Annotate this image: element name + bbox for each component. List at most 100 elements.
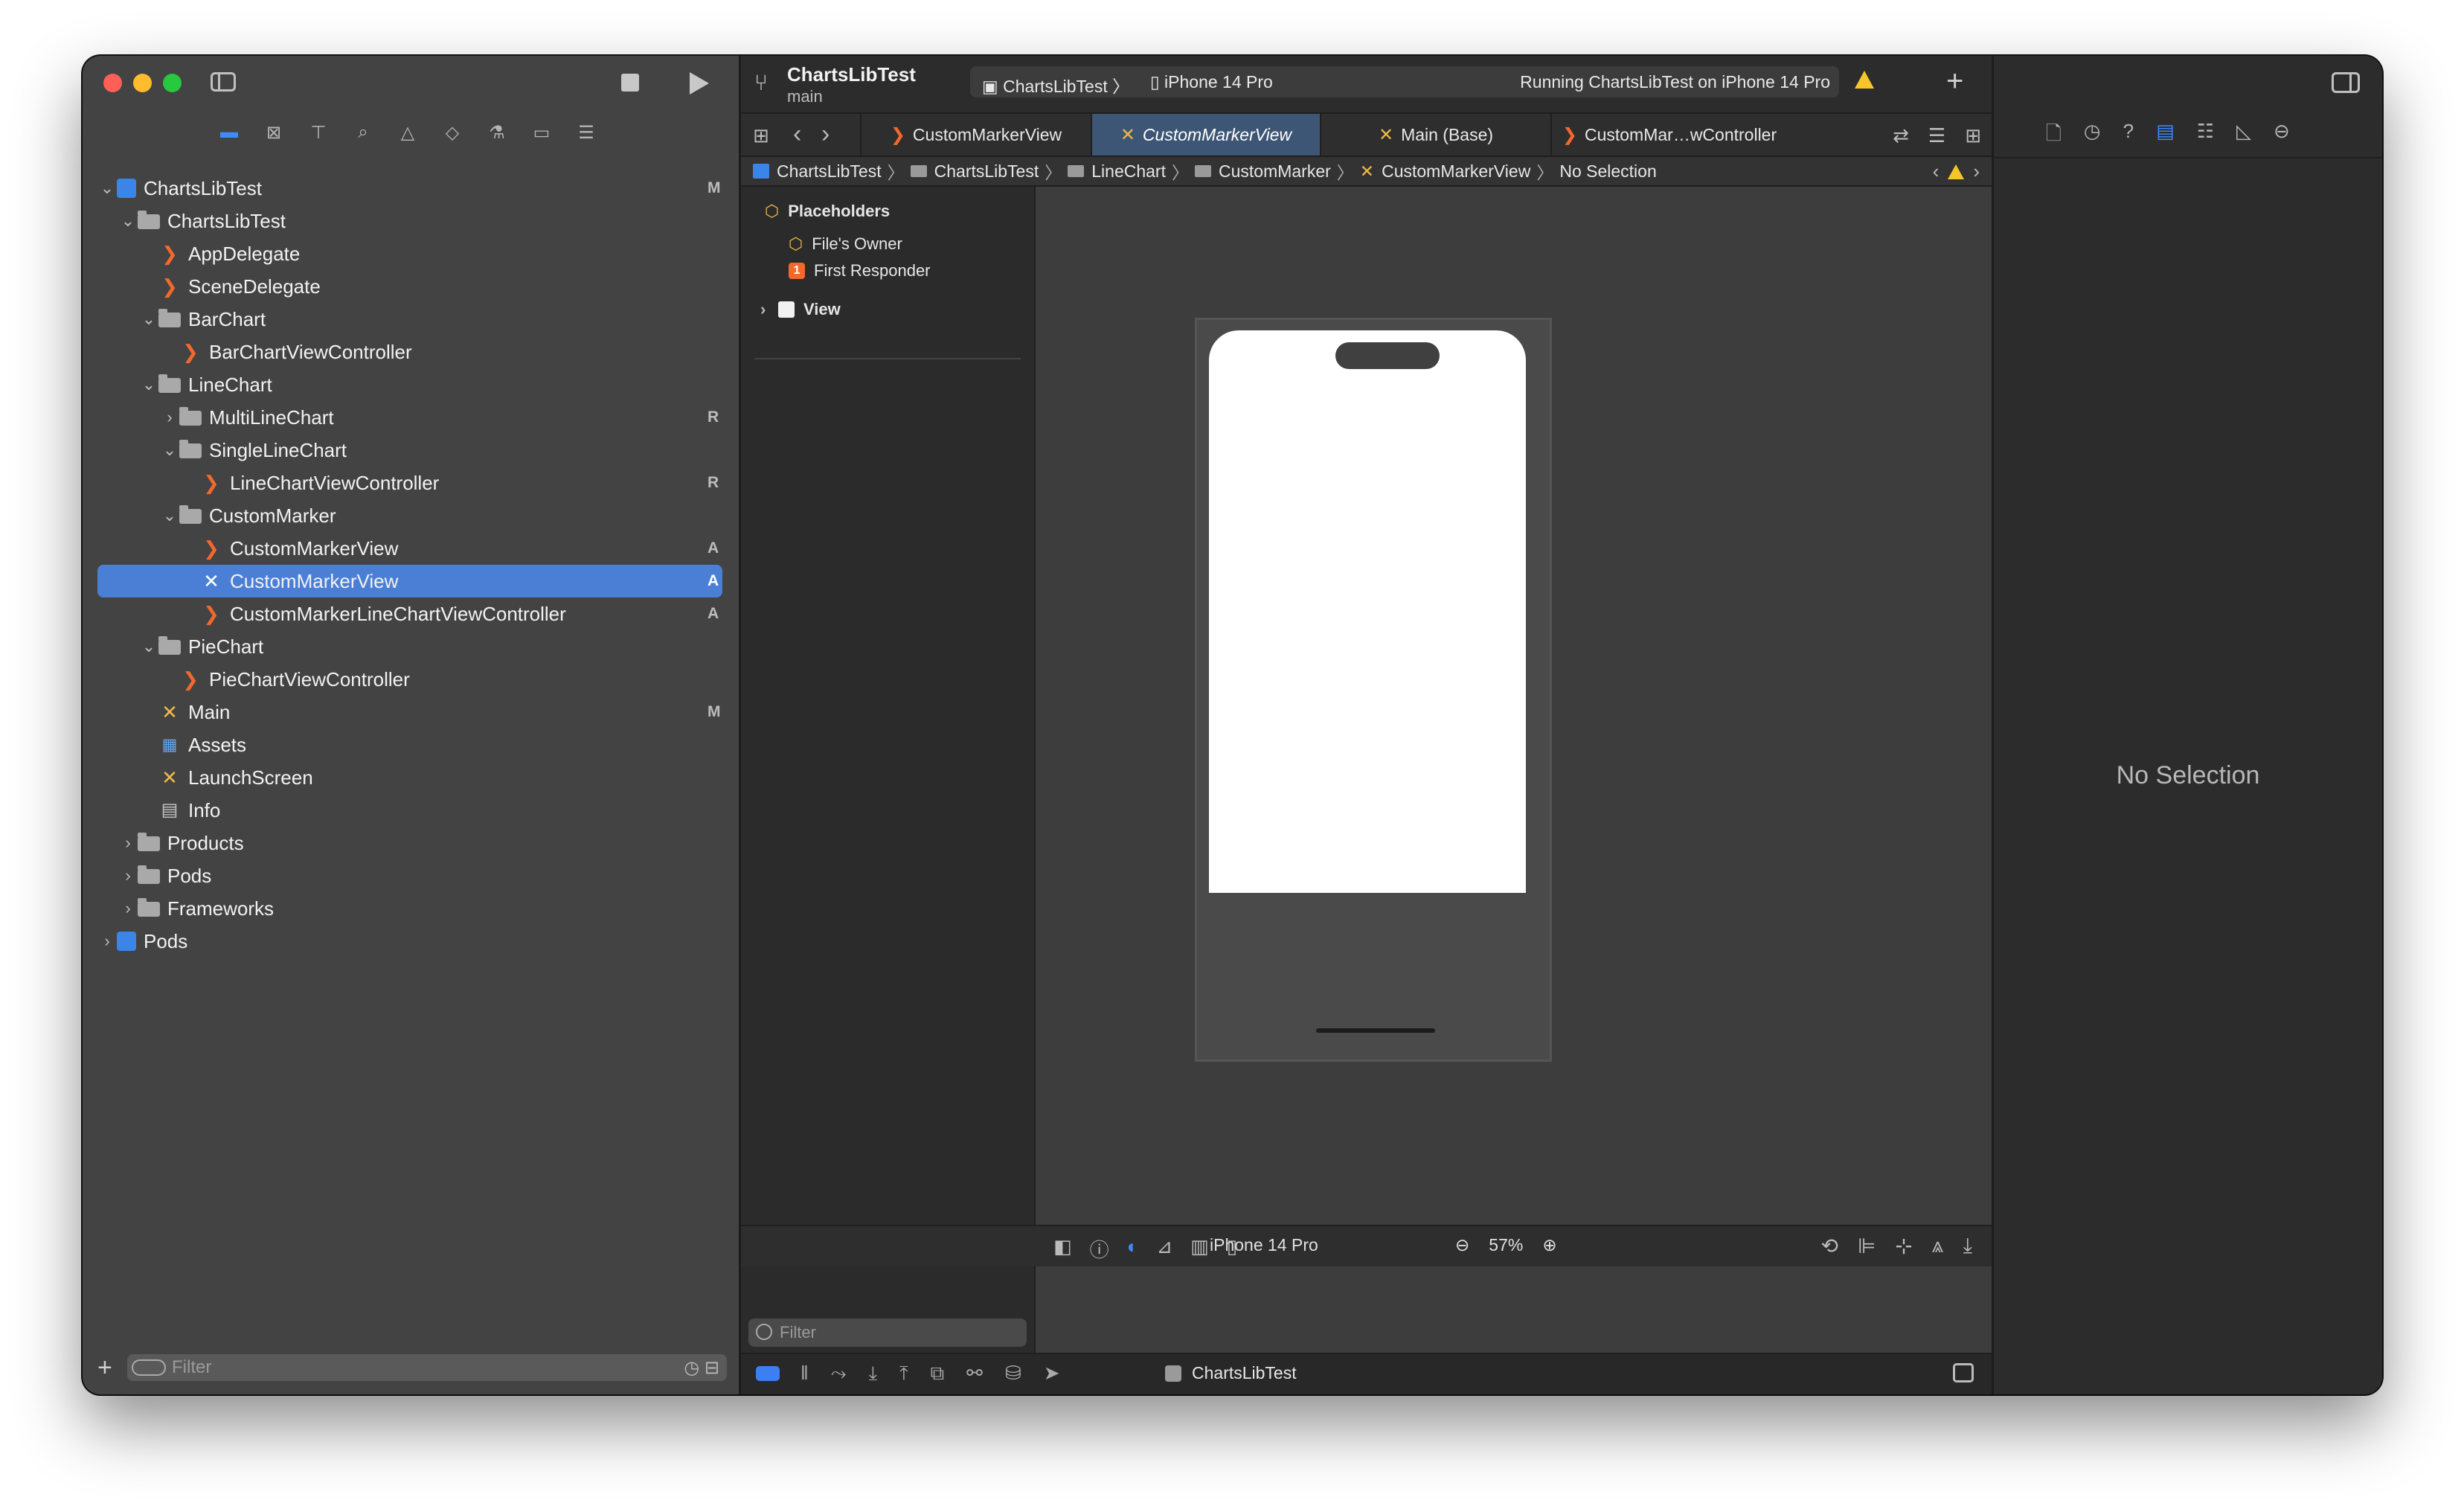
chevron-left-icon[interactable]: ‹	[1933, 160, 1940, 183]
history-icon[interactable]: ◷	[2084, 120, 2101, 153]
chevron-down-icon[interactable]: ⌄	[97, 179, 117, 198]
stop-icon[interactable]	[621, 74, 639, 92]
first-responder-item[interactable]: 1 First Responder	[789, 261, 931, 281]
canvas-device-label[interactable]: iPhone 14 Pro	[1210, 1235, 1318, 1255]
run-icon[interactable]	[690, 72, 709, 94]
pause-icon[interactable]: ‖	[801, 1362, 809, 1385]
environment-icon[interactable]: ⛁	[1005, 1362, 1021, 1385]
tree-row[interactable]: ⌄ ChartsLibTest	[97, 205, 739, 237]
editor-tab[interactable]: ✕ Main (Base)	[1320, 114, 1550, 156]
tree-row[interactable]: ⌄ PieChart	[97, 630, 739, 663]
accessibility-icon[interactable]: ⓘ	[1090, 1235, 1109, 1263]
files-owner-item[interactable]: ⬡ File's Owner	[789, 234, 902, 254]
x-square-icon[interactable]: ⊠	[261, 120, 286, 145]
grid-icon[interactable]: ⊞	[753, 124, 769, 147]
chevron-down-icon[interactable]: ⌄	[139, 310, 158, 329]
chevron-right-icon[interactable]: ›	[97, 932, 117, 951]
connections-inspector-icon[interactable]: ⊖	[2274, 120, 2290, 153]
chevron-right-icon[interactable]: ›	[160, 408, 179, 427]
editor-tab[interactable]: ✕ CustomMarkerView	[1091, 114, 1320, 156]
tree-row[interactable]: ❯ LineChartViewController R	[97, 467, 739, 499]
hierarchy-icon[interactable]: ⊤	[306, 120, 331, 145]
align-icon[interactable]: ⊫	[1858, 1234, 1876, 1258]
view-hierarchy-icon[interactable]: ⧉	[931, 1362, 945, 1385]
search-icon[interactable]: ⌕	[350, 120, 376, 145]
recent-files-icon[interactable]: ◷ ⊟	[684, 1357, 719, 1379]
folder-icon[interactable]: ▬	[216, 120, 242, 145]
step-over-icon[interactable]: ⤳	[831, 1362, 847, 1385]
add-icon[interactable]: +	[1946, 63, 1963, 99]
warning-icon[interactable]	[1855, 71, 1874, 89]
chevron-down-icon[interactable]: ⌄	[160, 506, 179, 525]
tree-row[interactable]: ❯ SceneDelegate	[97, 270, 739, 303]
jump-bar-item[interactable]: ChartsLibTest	[753, 161, 882, 182]
test-icon[interactable]: ⚗	[484, 120, 510, 145]
warning-icon[interactable]: △	[395, 120, 420, 145]
minimize-window-button[interactable]	[133, 74, 152, 92]
chevron-down-icon[interactable]: ⌄	[118, 211, 138, 231]
scheme-device[interactable]: ▯ iPhone 14 Pro	[1150, 72, 1273, 92]
tree-row[interactable]: › MultiLineChart R	[97, 401, 739, 434]
step-into-icon[interactable]: ⤓	[869, 1362, 878, 1385]
tree-row[interactable]: ▤ Info	[97, 794, 739, 827]
diamond-icon[interactable]: ◇	[440, 120, 465, 145]
inspector-toggle-icon[interactable]	[2332, 72, 2360, 93]
file-inspector-icon[interactable]: 🗋	[2046, 120, 2062, 153]
report-icon[interactable]: ☰	[574, 120, 599, 145]
chevron-down-icon[interactable]: ⌄	[139, 637, 158, 656]
orientation-icon[interactable]: ⊿	[1156, 1235, 1172, 1263]
jump-bar-item[interactable]: LineChart	[1068, 161, 1166, 182]
lines-icon[interactable]: ☰	[1928, 124, 1945, 147]
warning-icon[interactable]	[1948, 164, 1965, 179]
editor-tab[interactable]: ❯ CustomMar…wController	[1550, 114, 1787, 156]
debug-area-toggle[interactable]	[756, 1366, 780, 1381]
tree-row[interactable]: ❯ AppDelegate	[97, 237, 739, 270]
add-icon[interactable]: +	[97, 1353, 112, 1382]
tree-row[interactable]: › Products	[97, 827, 739, 859]
location-icon[interactable]: ➤	[1044, 1362, 1060, 1385]
chevron-right-icon[interactable]: ›	[118, 833, 138, 853]
tree-row[interactable]: › Pods	[97, 925, 739, 958]
view-item[interactable]: › View	[760, 300, 841, 319]
step-out-icon[interactable]: ⤒	[899, 1362, 908, 1385]
tree-row[interactable]: ❯ PieChartViewController	[97, 663, 739, 696]
chevron-left-icon[interactable]: ‹	[793, 120, 801, 149]
zoom-out-icon[interactable]: ⊖	[1455, 1235, 1469, 1255]
tree-row[interactable]: ⌄ ChartsLibTest M	[97, 172, 739, 205]
zoom-window-button[interactable]	[163, 74, 182, 92]
tree-row[interactable]: › Pods	[97, 859, 739, 892]
add-constraints-icon[interactable]: ⊹	[1895, 1234, 1912, 1258]
view-screen[interactable]	[1209, 330, 1526, 893]
breakpoint-icon[interactable]: ▭	[529, 120, 554, 145]
tree-row[interactable]: ❯ CustomMarkerView A	[97, 532, 739, 565]
chevron-right-icon[interactable]: ›	[118, 866, 138, 885]
placeholders-section[interactable]: ⬡ Placeholders	[765, 202, 890, 221]
tree-row[interactable]: ⌄ LineChart	[97, 368, 739, 401]
console-toggle-icon[interactable]	[1953, 1363, 1974, 1382]
tree-row[interactable]: ⌄ BarChart	[97, 303, 739, 336]
outline-filter-input[interactable]: Filter	[748, 1318, 1027, 1347]
tree-row[interactable]: ❯ BarChartViewController	[97, 336, 739, 368]
chevron-down-icon[interactable]: ⌄	[160, 440, 179, 460]
chevron-down-icon[interactable]: ⌄	[139, 375, 158, 394]
chevron-right-icon[interactable]: ›	[821, 120, 830, 149]
size-inspector-icon[interactable]: ◺	[2236, 120, 2251, 153]
outline-toggle-icon[interactable]: ◧	[1053, 1235, 1072, 1263]
resolve-issues-icon[interactable]: ⩓	[1932, 1234, 1944, 1258]
debug-process[interactable]: ChartsLibTest	[1165, 1363, 1297, 1383]
chevron-right-icon[interactable]: ›	[1973, 160, 1980, 183]
help-icon[interactable]: ?	[2123, 120, 2134, 153]
swap-icon[interactable]: ⇄	[1893, 124, 1909, 147]
tree-row[interactable]: › Frameworks	[97, 892, 739, 925]
zoom-in-icon[interactable]: ⊕	[1542, 1235, 1556, 1255]
tree-row[interactable]: ❯ CustomMarkerLineChartViewController A	[97, 597, 739, 630]
jump-bar-item[interactable]: No Selection	[1559, 161, 1656, 182]
device-frame[interactable]	[1195, 318, 1552, 1062]
tree-row[interactable]: ▦ Assets	[97, 728, 739, 761]
tree-row[interactable]: ✕ CustomMarkerView A	[97, 565, 722, 597]
identity-inspector-icon[interactable]: ▤	[2156, 120, 2175, 153]
attributes-inspector-icon[interactable]: ☷	[2197, 120, 2214, 153]
layout-icon[interactable]: ▥	[1190, 1235, 1209, 1263]
embed-icon[interactable]: ⤓	[1963, 1234, 1972, 1258]
appearance-icon[interactable]: ◐	[1127, 1235, 1139, 1263]
